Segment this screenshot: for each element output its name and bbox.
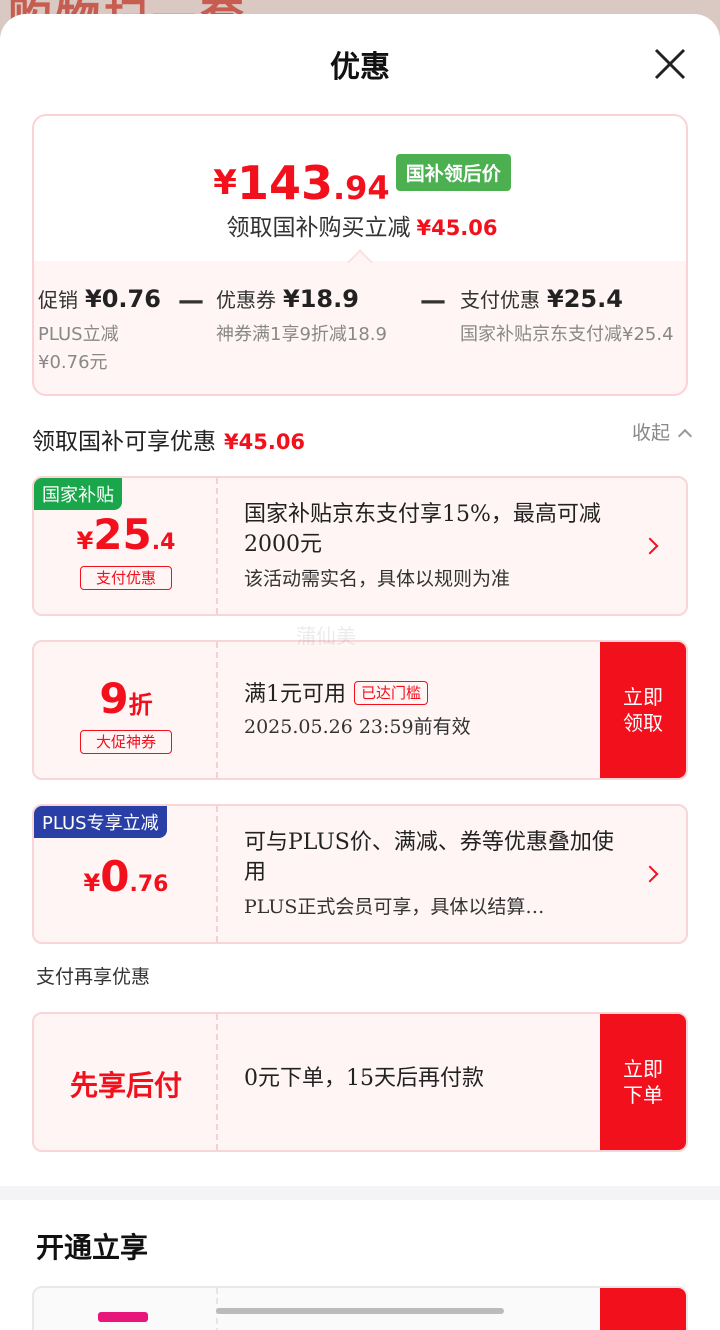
offer-value: ¥0.76 xyxy=(34,852,218,901)
minus-sign: — xyxy=(178,286,204,316)
pay-later-text: 0元下单，15天后再付款 xyxy=(244,1066,484,1091)
sheet-title: 优惠 xyxy=(330,50,390,85)
offer-type-tag: 支付优惠 xyxy=(80,566,172,590)
offer-title: 满1元可用 已达门槛 xyxy=(244,680,624,710)
breakdown-desc: PLUS立减 ¥0.76元 xyxy=(38,324,119,373)
coupon-expiry: 2025.05.26 23:59前有效 xyxy=(244,716,471,738)
subsidy-saving-amount: ¥45.06 xyxy=(416,216,498,240)
coupon-card: 9折 大促神券 满1元可用 已达门槛 2025.05.26 23:59前有效 立即… xyxy=(32,640,688,780)
subsidy-saving-line: 领取国补购买立减 ¥45.06 xyxy=(34,208,686,242)
watermark: 蒲仙美 xyxy=(296,624,356,648)
payment-section-header: 支付再享优惠 xyxy=(36,966,151,988)
open-section-title: 开通立享 xyxy=(36,1231,149,1264)
threshold-badge: 已达门槛 xyxy=(354,681,429,705)
final-price: ¥ 143 .94 国补领后价 xyxy=(34,150,686,210)
offer-note: PLUS正式会员可享，具体以结算… xyxy=(244,896,545,918)
home-indicator[interactable] xyxy=(216,1308,504,1314)
collapse-label: 收起 xyxy=(631,422,670,444)
breakdown-desc: 国家补贴京东支付减¥25.4 xyxy=(460,324,674,345)
offer-value-panel xyxy=(34,1288,218,1330)
breakdown-payment: 支付优惠 ¥25.4 国家补贴京东支付减¥25.4 xyxy=(460,284,674,349)
offer-tag: PLUS专享立减 xyxy=(34,806,167,838)
discount-sheet: 优惠 ¥ 143 .94 国补领后价 领取国补购买立减 ¥45.06 促销 ¥0.… xyxy=(0,14,720,1330)
offer-integer: 25 xyxy=(93,510,152,559)
offer-value-panel: 先享后付 xyxy=(34,1014,218,1150)
claim-coupon-button[interactable]: 立即领取 xyxy=(600,642,686,778)
pay-later-label: 先享后付 xyxy=(69,1069,182,1102)
breakdown-label: 优惠券 xyxy=(216,288,276,312)
coupon-condition: 满1元可用 xyxy=(244,682,346,707)
breakdown-coupon: 优惠券 ¥18.9 神券满1享9折减18.9 xyxy=(216,284,387,349)
section-amount: ¥45.06 xyxy=(224,430,306,454)
offer-value: 9折 xyxy=(34,674,218,723)
subsidy-offer-card[interactable]: 国家补贴 ¥25.4 支付优惠 国家补贴京东支付享15%，最高可减2000元 该… xyxy=(32,476,688,616)
offer-title: 可与PLUS价、满减、券等优惠叠加使用 xyxy=(244,830,614,885)
offer-value-panel: 9折 大促神券 xyxy=(34,642,218,778)
breakdown-desc: 神券满1享9折减18.9 xyxy=(216,324,387,345)
pay-later-card: 先享后付 0元下单，15天后再付款 立即下单 xyxy=(32,1012,688,1152)
discount-number: 9 xyxy=(99,674,129,723)
breakdown-amount: ¥0.76 xyxy=(85,285,161,313)
chevron-right-icon xyxy=(641,537,659,555)
discount-unit: 折 xyxy=(128,691,153,719)
offer-type-tag: 大促神券 xyxy=(80,730,172,754)
chevron-up-icon xyxy=(677,428,693,444)
breakdown-label: 支付优惠 xyxy=(460,288,540,312)
close-icon xyxy=(654,48,686,80)
offer-tag: 国家补贴 xyxy=(34,478,122,510)
plus-offer-card[interactable]: PLUS专享立减 ¥0.76 可与PLUS价、满减、券等优惠叠加使用 PLUS正… xyxy=(32,804,688,944)
section-divider xyxy=(0,1186,720,1200)
price-integer: 143 xyxy=(236,156,333,210)
notch-decoration xyxy=(347,249,373,275)
breakdown-label: 促销 xyxy=(38,288,78,312)
offer-currency: ¥ xyxy=(76,527,94,555)
subsidy-section-header: 领取国补可享优惠 ¥45.06 xyxy=(32,422,305,456)
chevron-right-icon xyxy=(641,865,659,883)
minus-sign: — xyxy=(420,286,446,316)
open-action-button[interactable] xyxy=(600,1288,686,1330)
offer-title: 国家补贴京东支付享15%，最高可减2000元 xyxy=(244,502,601,557)
offer-value-panel: PLUS专享立减 ¥0.76 xyxy=(34,806,218,942)
subsidy-saving-text: 领取国补购买立减 xyxy=(226,215,411,241)
breakdown-amount: ¥18.9 xyxy=(283,285,359,313)
offer-note: 该活动需实名，具体以规则为准 xyxy=(244,568,511,590)
offer-value-panel: 国家补贴 ¥25.4 支付优惠 xyxy=(34,478,218,614)
price-currency: ¥ xyxy=(213,163,237,203)
close-button[interactable] xyxy=(652,46,688,82)
offer-integer: 0 xyxy=(100,852,130,901)
offer-value: ¥25.4 xyxy=(34,510,218,559)
breakdown-amount: ¥25.4 xyxy=(547,285,623,313)
price-summary-card: ¥ 143 .94 国补领后价 领取国补购买立减 ¥45.06 促销 ¥0.76 … xyxy=(32,114,688,396)
offer-currency: ¥ xyxy=(83,869,101,897)
offer-decimal: .4 xyxy=(151,530,176,555)
order-now-button[interactable]: 立即下单 xyxy=(600,1014,686,1150)
offer-decimal: .76 xyxy=(129,872,169,897)
brand-logo xyxy=(98,1312,148,1322)
price-decimal: .94 xyxy=(333,169,390,207)
collapse-toggle[interactable]: 收起 xyxy=(631,418,693,445)
section-title: 领取国补可享优惠 xyxy=(32,429,216,455)
breakdown-promo: 促销 ¥0.76 PLUS立减 ¥0.76元 xyxy=(38,284,161,377)
subsidy-price-badge: 国补领后价 xyxy=(395,154,511,191)
